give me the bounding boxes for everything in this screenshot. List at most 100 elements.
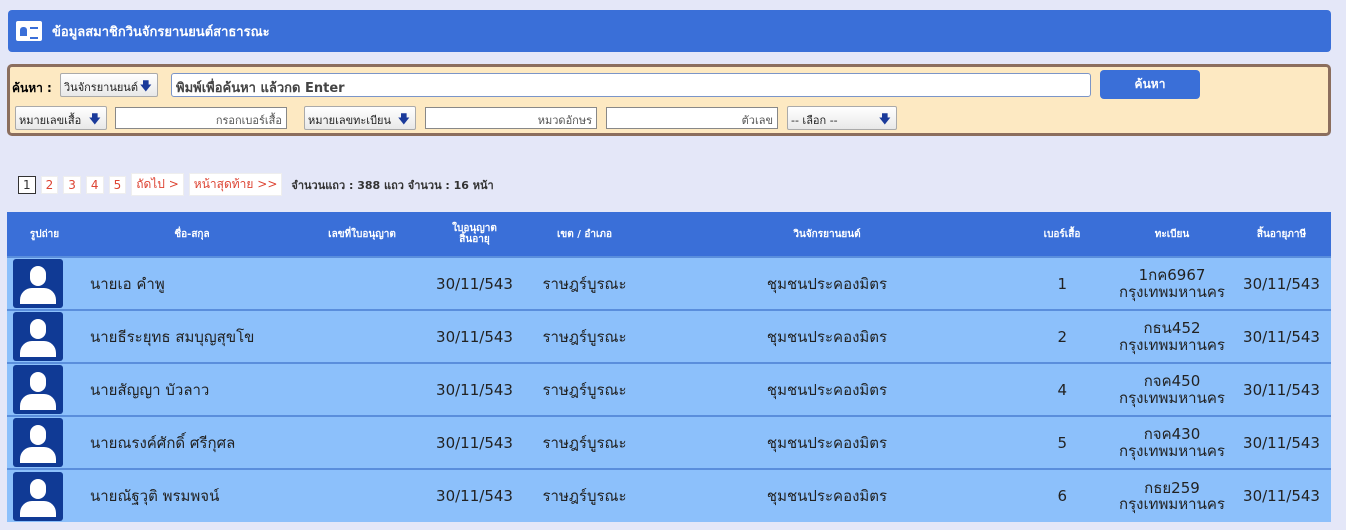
- members-table: รูปถ่าย ชื่อ-สกุล เลขที่ใบอนุญาต ใบอนุญา…: [7, 212, 1331, 522]
- arrow-down-icon: 🡇: [397, 112, 410, 126]
- shirt-number: 6: [1012, 468, 1112, 522]
- plate-province: กรุงเทพมหานคร: [1119, 495, 1225, 513]
- next-page-link[interactable]: ถัดไป >: [131, 173, 184, 196]
- pagination: 1 2 3 4 5 ถัดไป > หน้าสุดท้าย >> จำนวนแถ…: [18, 173, 494, 196]
- tax-expire: 30/11/543: [1232, 468, 1331, 522]
- member-name: นายณรงค์ศักดิ์ ศรีกุศล: [82, 415, 302, 469]
- avatar-icon[interactable]: [13, 471, 63, 521]
- table-row[interactable]: นายณัฐวุติ พรมพจน์ 30/11/543 ราษฎร์บูรณะ…: [7, 468, 1331, 522]
- page-header: ข้อมูลสมาชิกวินจักรยานยนต์สาธารณะ: [8, 10, 1331, 52]
- photo-cell: [7, 256, 82, 310]
- shirt-number: 1: [1012, 256, 1112, 310]
- arrow-down-icon: 🡇: [878, 112, 891, 126]
- shirt-select-value: หมายเลขเสื้อ: [19, 114, 82, 127]
- table-header: รูปถ่าย ชื่อ-สกุล เลขที่ใบอนุญาต ใบอนุญา…: [7, 212, 1331, 257]
- pagination-info: จำนวนแถว : 388 แถว จำนวน : 16 หน้า: [291, 178, 494, 192]
- plate-category-input[interactable]: หมวดอักษร: [425, 107, 597, 129]
- search-button[interactable]: ค้นหา: [1100, 70, 1200, 99]
- search-panel: ค้นหา : วินจักรยานยนต์ 🡇 พิมพ์เพื่อค้นหา …: [7, 64, 1331, 136]
- page-4[interactable]: 4: [85, 175, 104, 194]
- plate-number: กธย259: [1144, 478, 1200, 497]
- search-type-value: วินจักรยานยนต์: [64, 81, 138, 94]
- page-1[interactable]: 1: [18, 175, 36, 194]
- photo-cell: [7, 468, 82, 522]
- search-input[interactable]: พิมพ์เพื่อค้นหา แล้วกด Enter: [171, 73, 1091, 97]
- plate-province: กรุงเทพมหานคร: [1119, 441, 1225, 460]
- province-select-value: -- เลือก --: [791, 114, 838, 127]
- avatar-icon[interactable]: [13, 365, 63, 414]
- tax-expire: 30/11/543: [1232, 256, 1331, 310]
- table-row[interactable]: นายณรงค์ศักดิ์ ศรีกุศล 30/11/543 ราษฎร์บ…: [7, 415, 1331, 469]
- tax-expire: 30/11/543: [1232, 415, 1331, 469]
- license-expire: 30/11/543: [422, 309, 527, 363]
- arrow-down-icon: 🡇: [139, 79, 152, 93]
- plate-cell: กธย259 กรุงเทพมหานคร: [1112, 468, 1232, 522]
- avatar-icon[interactable]: [13, 418, 63, 467]
- shirt-number-input[interactable]: กรอกเบอร์เสื้อ: [115, 107, 287, 129]
- plate-number: กธน452: [1143, 319, 1201, 337]
- plate-province: กรุงเทพมหานคร: [1119, 388, 1225, 407]
- search-label: ค้นหา :: [12, 81, 52, 95]
- col-name: ชื่อ-สกุล: [82, 212, 302, 257]
- member-name: นายสัญญา บัวลาว: [82, 362, 302, 416]
- col-tax-expire: สิ้นอายุภาษี: [1232, 212, 1331, 257]
- table-row[interactable]: นายธีระยุทธ สมบุญสุขโข 30/11/543 ราษฎร์บ…: [7, 309, 1331, 363]
- shirt-number: 2: [1012, 309, 1112, 363]
- license-no: [302, 362, 422, 416]
- tax-expire: 30/11/543: [1232, 309, 1331, 363]
- col-license-expire: ใบอนุญาต สิ้นอายุ: [422, 212, 527, 257]
- license-expire: 30/11/543: [422, 256, 527, 310]
- col-win: วินจักรยานยนต์: [642, 212, 1012, 257]
- member-name: นายเอ คำพู: [82, 256, 302, 310]
- col-license-no: เลขที่ใบอนุญาต: [302, 212, 422, 257]
- shirt-number: 5: [1012, 415, 1112, 469]
- district: ราษฎร์บูรณะ: [527, 362, 642, 416]
- member-card-icon: [16, 21, 42, 41]
- tax-expire: 30/11/543: [1232, 362, 1331, 416]
- win-name: ชุมชนประคองมิตร: [642, 309, 1012, 363]
- search-type-select[interactable]: วินจักรยานยนต์ 🡇: [60, 73, 158, 97]
- license-expire: 30/11/543: [422, 362, 527, 416]
- plate-cell: กจค450 กรุงเทพมหานคร: [1112, 362, 1232, 416]
- plate-cell: กธน452 กรุงเทพมหานคร: [1112, 309, 1232, 363]
- arrow-down-icon: 🡇: [88, 112, 101, 126]
- plate-number: 1กค6967: [1138, 266, 1206, 284]
- license-no: [302, 468, 422, 522]
- district: ราษฎร์บูรณะ: [527, 256, 642, 310]
- win-name: ชุมชนประคองมิตร: [642, 256, 1012, 310]
- plate-number-input[interactable]: ตัวเลข: [606, 107, 778, 129]
- avatar-icon[interactable]: [13, 312, 63, 361]
- photo-cell: [7, 362, 82, 416]
- license-expire: 30/11/543: [422, 468, 527, 522]
- last-page-link[interactable]: หน้าสุดท้าย >>: [188, 173, 283, 196]
- plate-number: กจค430: [1143, 425, 1201, 443]
- photo-cell: [7, 309, 82, 363]
- page-3[interactable]: 3: [63, 175, 81, 194]
- col-plate: ทะเบียน: [1112, 212, 1232, 257]
- province-select[interactable]: -- เลือก -- 🡇: [787, 106, 897, 130]
- table-row[interactable]: นายสัญญา บัวลาว 30/11/543 ราษฎร์บูรณะ ชุ…: [7, 362, 1331, 416]
- page-5[interactable]: 5: [108, 175, 127, 194]
- plate-cell: กจค430 กรุงเทพมหานคร: [1112, 415, 1232, 469]
- district: ราษฎร์บูรณะ: [527, 468, 642, 522]
- avatar-icon[interactable]: [13, 259, 63, 308]
- member-name: นายธีระยุทธ สมบุญสุขโข: [82, 309, 302, 363]
- page-title: ข้อมูลสมาชิกวินจักรยานยนต์สาธารณะ: [52, 24, 270, 40]
- win-name: ชุมชนประคองมิตร: [642, 468, 1012, 522]
- win-name: ชุมชนประคองมิตร: [642, 415, 1012, 469]
- license-no: [302, 415, 422, 469]
- plate-province: กรุงเทพมหานคร: [1119, 335, 1225, 354]
- license-expire: 30/11/543: [422, 415, 527, 469]
- plate-select[interactable]: หมายเลขทะเบียน 🡇: [304, 106, 416, 130]
- table-row[interactable]: นายเอ คำพู 30/11/543 ราษฎร์บูรณะ ชุมชนปร…: [7, 256, 1331, 310]
- win-name: ชุมชนประคองมิตร: [642, 362, 1012, 416]
- district: ราษฎร์บูรณะ: [527, 309, 642, 363]
- col-shirt: เบอร์เสื้อ: [1012, 212, 1112, 257]
- plate-select-value: หมายเลขทะเบียน: [308, 114, 392, 127]
- page-2[interactable]: 2: [40, 175, 59, 194]
- license-no: [302, 256, 422, 310]
- shirt-select[interactable]: หมายเลขเสื้อ 🡇: [15, 106, 107, 130]
- shirt-number: 4: [1012, 362, 1112, 416]
- member-name: นายณัฐวุติ พรมพจน์: [82, 468, 302, 522]
- plate-cell: 1กค6967 กรุงเทพมหานคร: [1112, 256, 1232, 310]
